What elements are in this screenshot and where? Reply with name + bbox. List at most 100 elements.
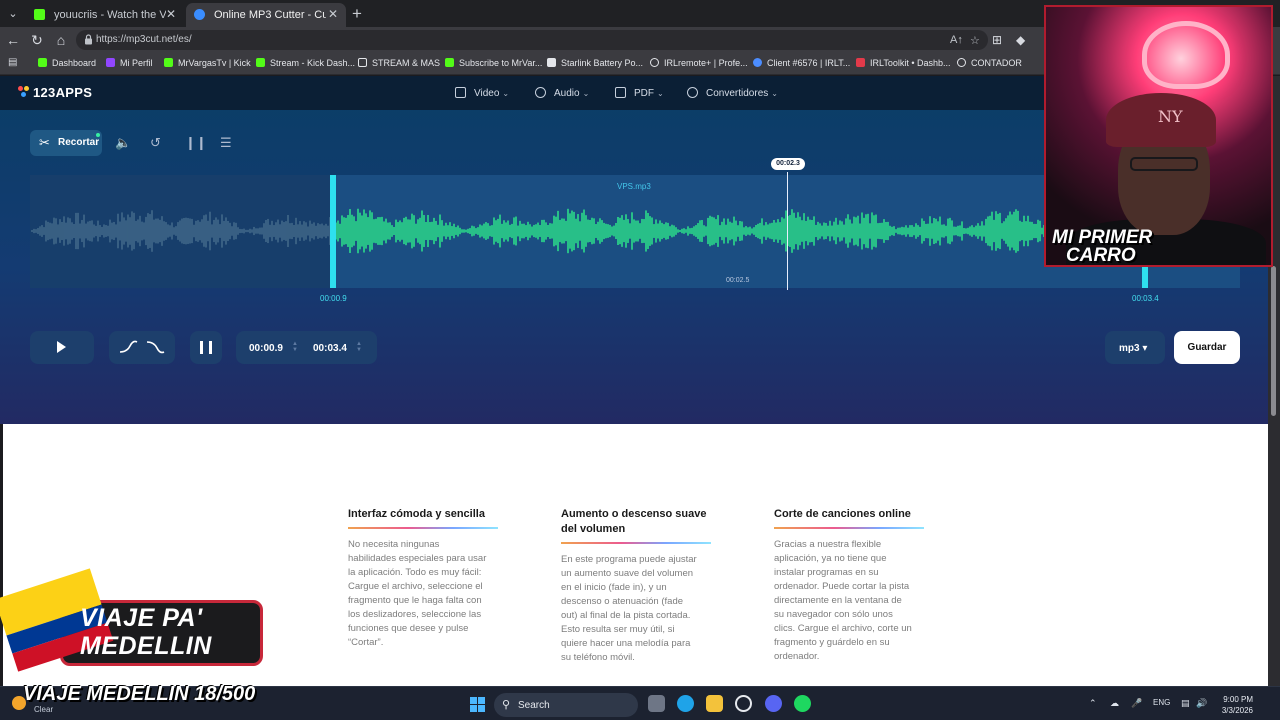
- bookmark-item[interactable]: Starlink Battery Po...: [547, 58, 643, 68]
- end-time-input[interactable]: 00:03.4: [313, 343, 347, 354]
- bookmark-label: Starlink Battery Po...: [561, 58, 644, 68]
- pitch-icon[interactable]: ❙❙: [185, 135, 207, 151]
- bookmark-label: IRLremote+ | Profe...: [664, 58, 748, 68]
- bookmark-item[interactable]: Stream - Kick Dash...: [256, 58, 355, 68]
- tab-title: youucriis - Watch the VOD on Kick: [54, 9, 166, 21]
- clock-date: 3/3/2026: [1221, 706, 1253, 715]
- play-icon: [57, 341, 66, 353]
- close-tab-icon[interactable]: ✕: [328, 7, 338, 21]
- bookmark-label: Stream - Kick Dash...: [270, 58, 356, 68]
- sidebar-toggle-icon[interactable]: ▤: [8, 57, 17, 68]
- scrollbar-thumb[interactable]: [1271, 266, 1276, 416]
- feature-text-line: instalar programas en su: [774, 567, 879, 578]
- start-time-input[interactable]: 00:00.9: [249, 343, 283, 354]
- bookmark-item[interactable]: Client #6576 | IRLT...: [753, 58, 850, 68]
- playhead-line[interactable]: [787, 172, 788, 290]
- home-icon[interactable]: ⌂: [52, 31, 70, 49]
- microphone-icon[interactable]: 🎤: [1131, 698, 1142, 709]
- start-time-stepper-icon[interactable]: ▲ ▼: [292, 341, 298, 353]
- extension-icon[interactable]: ◆: [1016, 33, 1025, 47]
- feature-underline: [774, 527, 924, 529]
- twitch-bookmark-icon: [106, 58, 115, 67]
- play-button[interactable]: [30, 331, 94, 364]
- tab-kick-vod[interactable]: youucriis - Watch the VOD on Kick ✕: [26, 3, 184, 27]
- end-handle-time: 00:03.4: [1132, 294, 1159, 303]
- spotify-icon[interactable]: [794, 695, 811, 712]
- select-region-button[interactable]: [190, 331, 222, 364]
- equalizer-icon[interactable]: ☰: [220, 135, 232, 151]
- feature-easy-interface: Interfaz cómoda y sencilla No necesita n…: [348, 507, 498, 650]
- fade-buttons[interactable]: [109, 331, 175, 364]
- feature-text-line: directamente en la ventana de: [774, 595, 902, 606]
- language-indicator[interactable]: ENG: [1153, 698, 1170, 707]
- nav-pdf[interactable]: PDF ⌄: [615, 87, 664, 99]
- bookmark-item[interactable]: IRLToolkit • Dashb...: [856, 58, 951, 68]
- document-icon: [615, 87, 626, 98]
- feature-text-line: No necesita ningunas: [348, 539, 440, 550]
- bookmark-item[interactable]: STREAM & MAS: [358, 58, 440, 68]
- collections-icon[interactable]: ⊞: [992, 33, 1002, 47]
- refresh-icon[interactable]: ↻: [28, 31, 46, 49]
- site-logo[interactable]: 123APPS: [18, 85, 92, 100]
- bookmark-item[interactable]: Dashboard: [38, 58, 96, 68]
- feature-text-line: fragmento que le haga falta con: [348, 595, 482, 606]
- kick-bookmark-icon: [38, 58, 47, 67]
- network-tray-icon[interactable]: ☁: [1110, 698, 1119, 709]
- favorite-star-icon[interactable]: ☆: [970, 34, 980, 47]
- start-trim-handle[interactable]: [330, 175, 336, 288]
- nav-label: PDF: [634, 88, 654, 99]
- file-explorer-icon[interactable]: [706, 695, 723, 712]
- speaker-icon[interactable]: 🔊: [1196, 698, 1207, 709]
- read-aloud-icon[interactable]: A↑: [950, 34, 963, 46]
- feature-body: Gracias a nuestra flexible aplicación, y…: [774, 538, 924, 664]
- bookmark-item[interactable]: Mi Perfil: [106, 58, 153, 68]
- trim-tool-label: Recortar: [58, 137, 100, 148]
- feature-text-line: Esto resulta ser muy útil, si: [561, 624, 675, 635]
- back-icon[interactable]: ←: [4, 31, 22, 49]
- nav-converters[interactable]: Convertidores ⌄: [687, 87, 778, 99]
- windows-start-icon[interactable]: [470, 697, 485, 712]
- tray-overflow-icon[interactable]: ⌃: [1089, 698, 1097, 709]
- bookmark-item[interactable]: Subscribe to MrVar...: [445, 58, 542, 68]
- feature-title: Aumento o descenso suave del volumen: [561, 507, 711, 537]
- starlink-bookmark-icon: [547, 58, 556, 67]
- bookmark-item[interactable]: IRLremote+ | Profe...: [650, 58, 748, 68]
- wifi-icon[interactable]: ▤: [1181, 698, 1190, 709]
- kick-bookmark-icon: [445, 58, 454, 67]
- video-icon: [455, 87, 466, 98]
- feature-text-line: su teléfono móvil.: [561, 652, 635, 663]
- bookmark-item[interactable]: MrVargasTv | Kick: [164, 58, 251, 68]
- scissors-icon: ✂: [39, 135, 50, 150]
- format-value: mp3: [1119, 343, 1140, 354]
- bookmark-label: STREAM & MAS: [372, 58, 441, 68]
- bookmark-item[interactable]: CONTADOR: [957, 58, 1022, 68]
- nav-audio[interactable]: Audio ⌄: [535, 87, 589, 99]
- system-clock[interactable]: 9:00 PM 3/3/2026: [1217, 694, 1253, 716]
- active-dot: [96, 133, 100, 137]
- feature-body: En este programa puede ajustar un aument…: [561, 553, 711, 665]
- obs-icon[interactable]: [735, 695, 752, 712]
- discord-icon[interactable]: [765, 695, 782, 712]
- feature-underline: [348, 527, 498, 529]
- new-tab-icon[interactable]: +: [352, 4, 362, 24]
- nav-video[interactable]: Video ⌄: [455, 87, 509, 99]
- speed-icon[interactable]: ↺: [150, 135, 161, 151]
- tab-mp3-cutter[interactable]: Online MP3 Cutter - Cut Songs, M ✕: [186, 3, 346, 27]
- feature-underline: [561, 542, 711, 544]
- volume-icon[interactable]: 🔈: [115, 135, 131, 151]
- close-tab-icon[interactable]: ✕: [166, 7, 176, 21]
- convert-icon: [687, 87, 698, 98]
- edge-browser-icon[interactable]: [677, 695, 694, 712]
- lock-icon: [85, 34, 92, 45]
- trim-tool-button[interactable]: ✂ Recortar: [30, 130, 102, 156]
- save-button[interactable]: Guardar: [1174, 331, 1240, 364]
- task-view-icon[interactable]: [648, 695, 665, 712]
- url-field[interactable]: https://mp3cut.net/es/ A↑ ☆: [76, 30, 988, 50]
- feature-text-line: out) al final de la pista cortada.: [561, 610, 691, 621]
- taskbar-search[interactable]: ⚲ Search: [494, 693, 638, 717]
- neon-sign: [1142, 21, 1230, 89]
- format-select[interactable]: mp3 ▾: [1105, 331, 1165, 364]
- end-time-stepper-icon[interactable]: ▲ ▼: [356, 341, 362, 353]
- tab-actions-icon[interactable]: ⌄: [4, 5, 22, 23]
- weather-label: Clear: [34, 705, 54, 714]
